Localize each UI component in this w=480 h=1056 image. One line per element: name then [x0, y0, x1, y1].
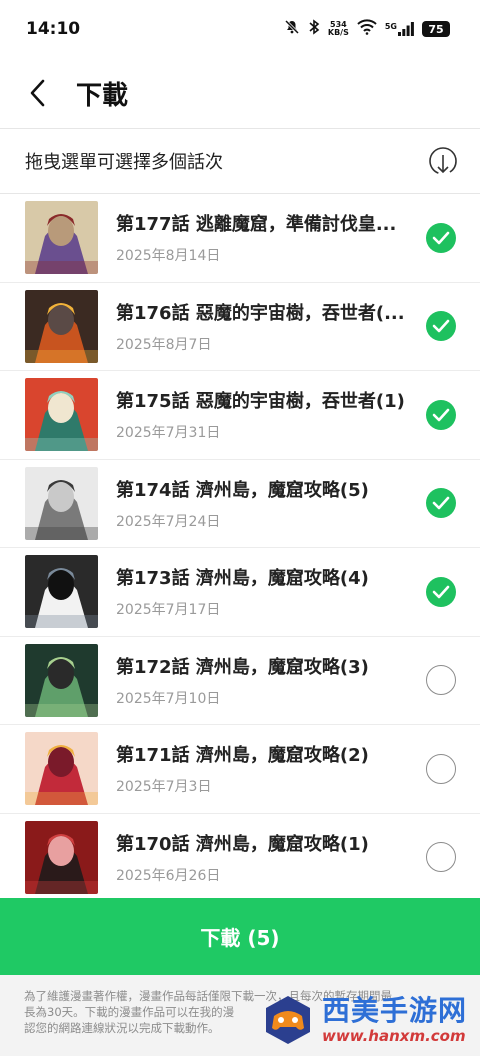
- hint-text: 拖曳選單可選擇多個話次: [25, 152, 223, 173]
- episode-date: 2025年8月7日: [116, 336, 212, 353]
- checked-circle-icon[interactable]: [426, 311, 456, 342]
- episode-thumbnail: [25, 466, 98, 540]
- episode-date: 2025年7月31日: [116, 425, 221, 442]
- episode-thumbnail: [25, 378, 98, 452]
- unchecked-circle-icon[interactable]: [426, 753, 456, 784]
- checked-circle-icon[interactable]: [426, 576, 456, 607]
- page-title: 下載: [76, 80, 129, 111]
- episode-info: 第174話 濟州島，魔窟攻略(5) 2025年7月24日: [116, 476, 416, 531]
- download-circle-icon[interactable]: [428, 146, 458, 176]
- gamepad-logo-icon: [266, 996, 310, 1044]
- status-bar: 14:10 534 KB/S 5G 75: [0, 0, 480, 58]
- episode-date: 2025年6月26日: [116, 867, 221, 884]
- watermark: 西美手游网 www.hanxm.com: [260, 984, 480, 1056]
- episode-thumbnail: [25, 820, 98, 894]
- episode-thumbnail: [25, 289, 98, 363]
- episode-row[interactable]: 第172話 濟州島，魔窟攻略(3) 2025年7月10日: [0, 637, 480, 725]
- episode-row[interactable]: 第174話 濟州島，魔窟攻略(5) 2025年7月24日: [0, 460, 480, 548]
- status-icons: 534 KB/S 5G 75: [284, 19, 450, 39]
- episode-date: 2025年7月17日: [116, 602, 221, 619]
- battery-indicator: 75: [422, 21, 450, 37]
- episode-info: 第170話 濟州島，魔窟攻略(1) 2025年6月26日: [116, 830, 416, 885]
- episode-title: 第170話 濟州島，魔窟攻略(1): [116, 833, 369, 855]
- episode-info: 第172話 濟州島，魔窟攻略(3) 2025年7月10日: [116, 653, 416, 708]
- episode-thumbnail: [25, 555, 98, 629]
- chevron-left-icon: [30, 79, 45, 107]
- episode-title: 第177話 逃離魔窟，準備討伐皇...: [116, 214, 397, 236]
- episode-row[interactable]: 第177話 逃離魔窟，準備討伐皇... 2025年8月14日: [0, 194, 480, 283]
- checked-circle-icon[interactable]: [426, 488, 456, 519]
- episode-title: 第173話 濟州島，魔窟攻略(4): [116, 568, 369, 590]
- episode-info: 第177話 逃離魔窟，準備討伐皇... 2025年8月14日: [116, 210, 416, 265]
- hint-bar: 拖曳選單可選擇多個話次: [0, 128, 480, 194]
- episode-thumbnail: [25, 201, 98, 275]
- cell-signal-icon: 5G: [385, 22, 414, 36]
- episode-row[interactable]: 第176話 惡魔的宇宙樹，吞世者(... 2025年8月7日: [0, 283, 480, 371]
- net-speed: 534 KB/S: [327, 20, 349, 37]
- episode-row[interactable]: 第173話 濟州島，魔窟攻略(4) 2025年7月17日: [0, 548, 480, 637]
- episode-info: 第173話 濟州島，魔窟攻略(4) 2025年7月17日: [116, 564, 416, 619]
- episode-thumbnail: [25, 732, 98, 806]
- episode-title: 第176話 惡魔的宇宙樹，吞世者(...: [116, 302, 405, 324]
- bluetooth-icon: [308, 19, 320, 39]
- back-button[interactable]: [10, 65, 66, 121]
- episode-title: 第171話 濟州島，魔窟攻略(2): [116, 745, 369, 767]
- episode-date: 2025年8月14日: [116, 248, 221, 265]
- header: 下載: [0, 58, 480, 128]
- unchecked-circle-icon[interactable]: [426, 842, 456, 873]
- checked-circle-icon[interactable]: [426, 222, 456, 253]
- episode-row[interactable]: 第171話 濟州島，魔窟攻略(2) 2025年7月3日: [0, 725, 480, 814]
- episode-info: 第175話 惡魔的宇宙樹，吞世者(1) 2025年7月31日: [116, 387, 416, 442]
- episode-date: 2025年7月3日: [116, 779, 212, 796]
- episode-date: 2025年7月24日: [116, 513, 221, 530]
- episode-title: 第174話 濟州島，魔窟攻略(5): [116, 479, 369, 501]
- checked-circle-icon[interactable]: [426, 399, 456, 430]
- episode-info: 第171話 濟州島，魔窟攻略(2) 2025年7月3日: [116, 741, 416, 796]
- watermark-url: www.hanxm.com: [322, 1027, 466, 1045]
- wifi-icon: [357, 19, 377, 39]
- episode-title: 第172話 濟州島，魔窟攻略(3): [116, 656, 369, 678]
- status-time: 14:10: [26, 19, 81, 39]
- episode-thumbnail: [25, 643, 98, 717]
- watermark-name: 西美手游网: [322, 994, 468, 1027]
- episode-list: 第177話 逃離魔窟，準備討伐皇... 2025年8月14日第176話 惡魔的宇宙…: [0, 194, 480, 898]
- episode-title: 第175話 惡魔的宇宙樹，吞世者(1): [116, 391, 405, 413]
- mute-icon: [284, 19, 300, 39]
- episode-row[interactable]: 第170話 濟州島，魔窟攻略(1) 2025年6月26日: [0, 814, 480, 899]
- download-button[interactable]: 下載 (5): [0, 898, 480, 975]
- episode-row[interactable]: 第175話 惡魔的宇宙樹，吞世者(1) 2025年7月31日: [0, 371, 480, 460]
- episode-date: 2025年7月10日: [116, 690, 221, 707]
- episode-info: 第176話 惡魔的宇宙樹，吞世者(... 2025年8月7日: [116, 299, 416, 354]
- unchecked-circle-icon[interactable]: [426, 665, 456, 696]
